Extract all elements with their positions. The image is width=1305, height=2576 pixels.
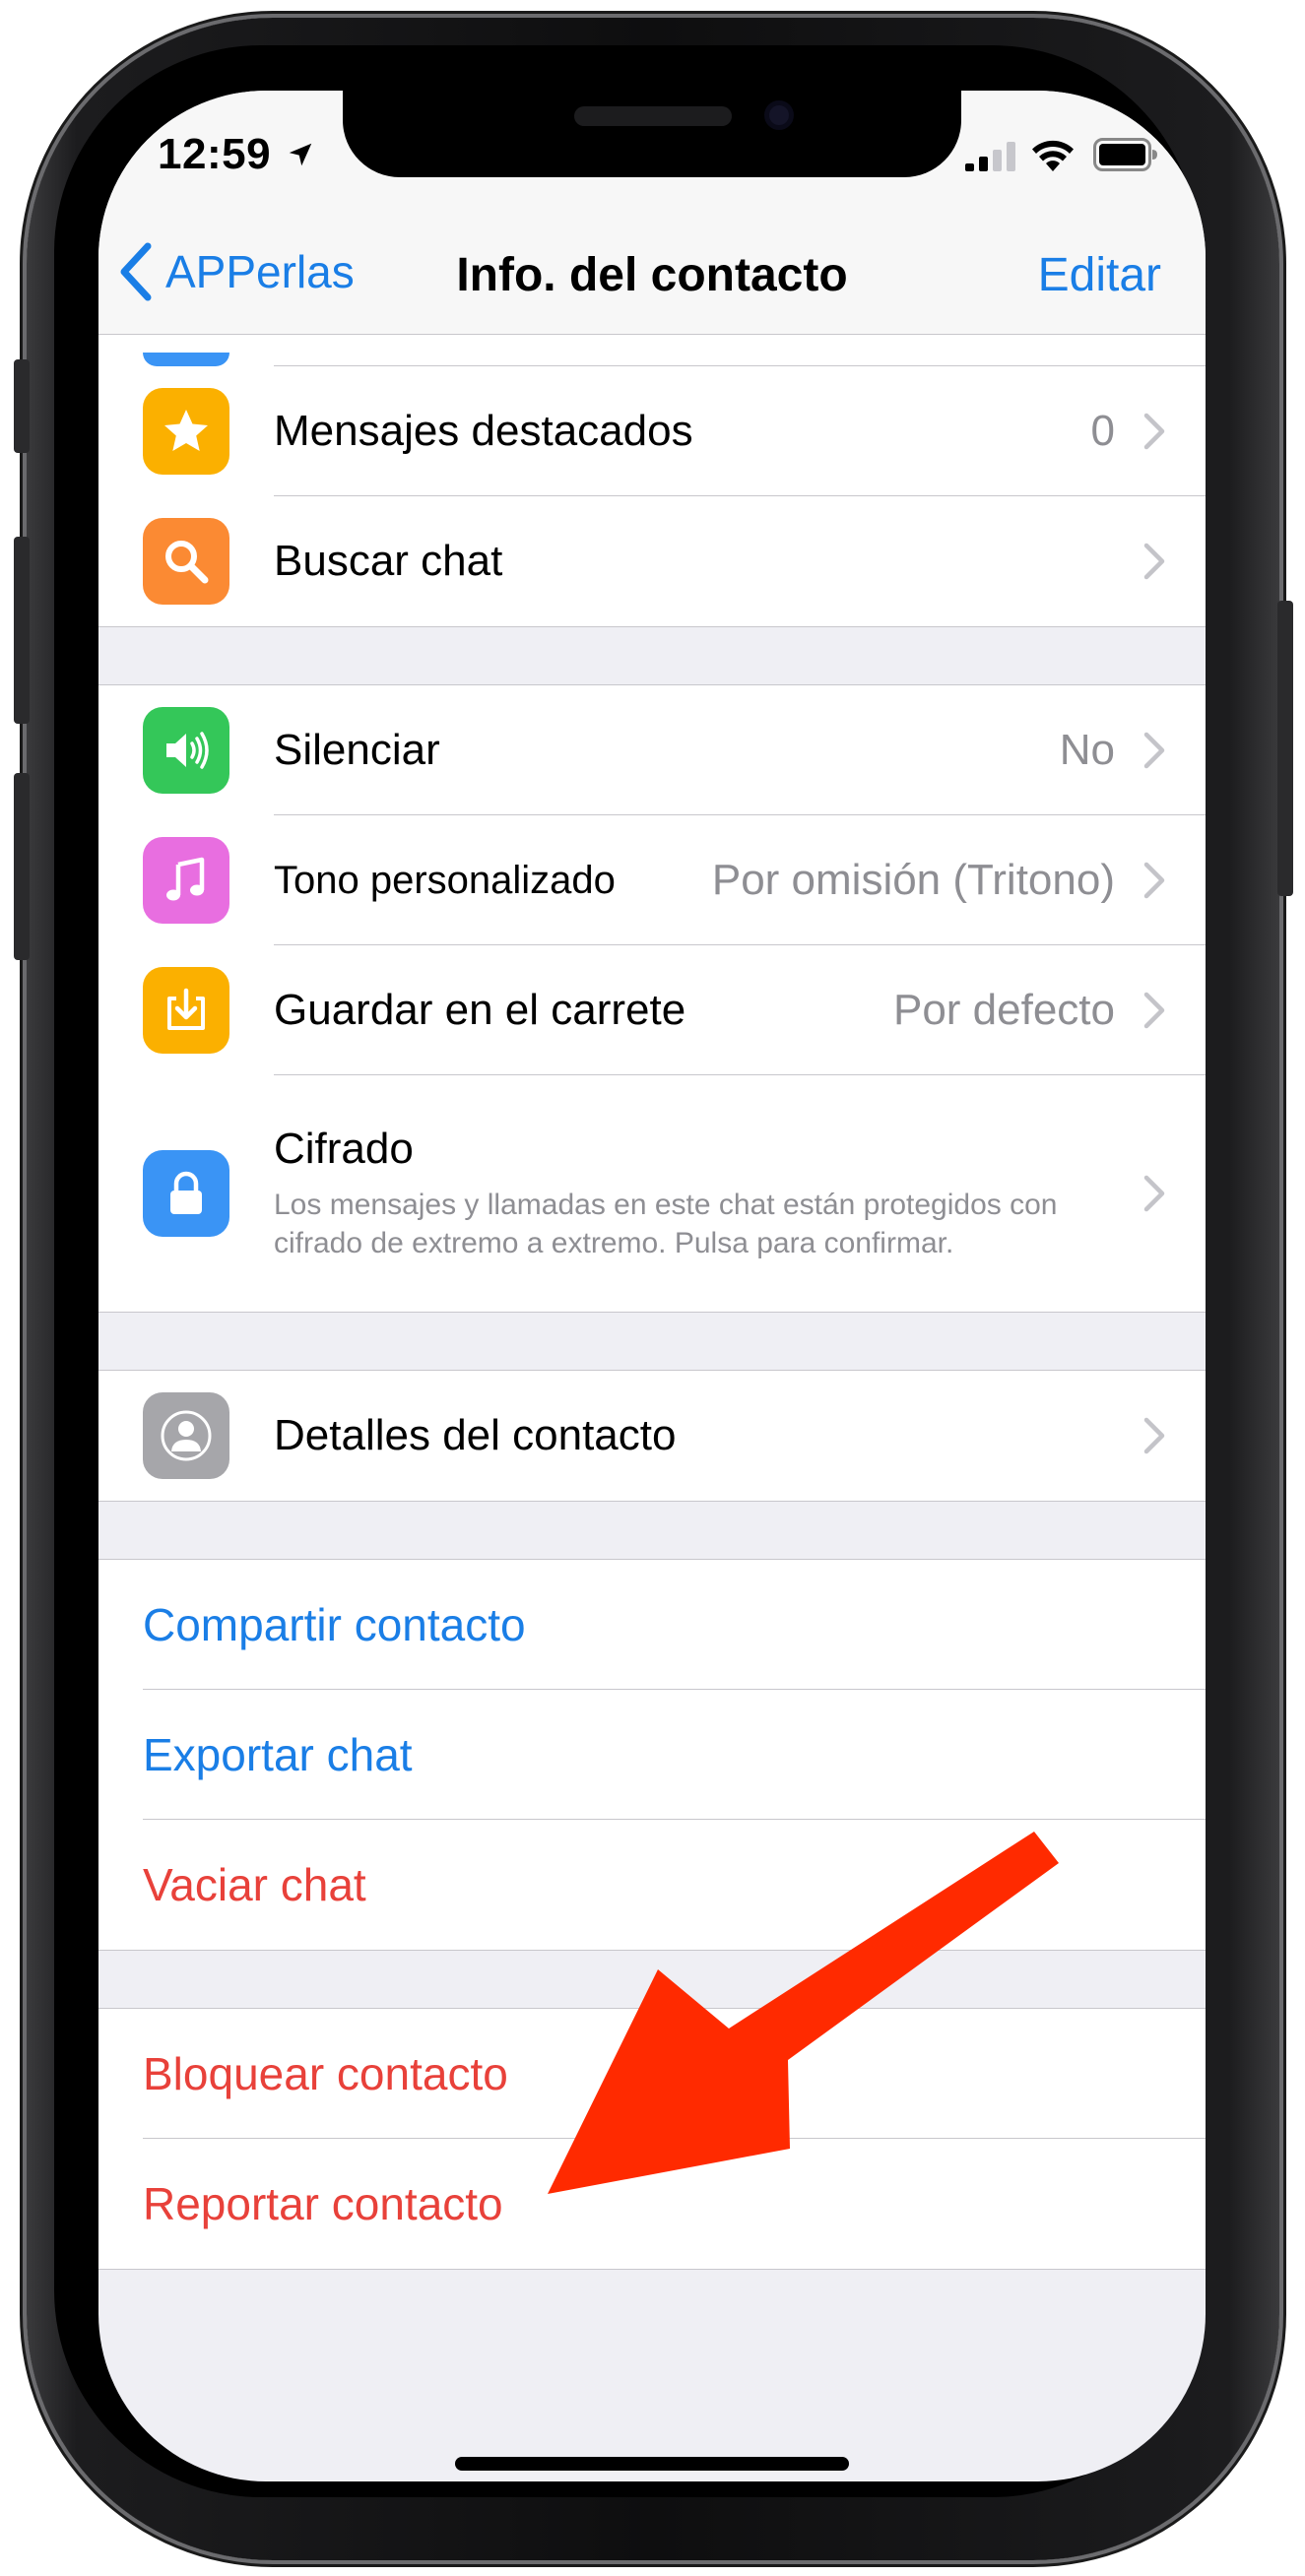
clear-chat-button[interactable]: Vaciar chat [143,1858,366,1911]
contact-details-row[interactable]: Detalles del contacto [98,1371,1206,1501]
share-contact-row[interactable]: Compartir contacto [98,1560,1206,1690]
notch [343,91,961,177]
battery-icon [1093,138,1157,171]
starred-messages-label: Mensajes destacados [274,407,693,455]
save-to-camera-roll-value: Por defecto [892,986,1115,1034]
custom-tone-value: Por omisión (Tritono) [711,856,1115,904]
partial-row[interactable] [98,335,1206,366]
home-indicator[interactable] [455,2457,849,2471]
settings-group-notifications: Silenciar No Tono personalizado Por omis… [98,684,1206,1313]
volume-down-button [14,773,30,960]
settings-group-contact: Detalles del contacto [98,1370,1206,1502]
starred-messages-count: 0 [1090,407,1115,455]
share-contact-button[interactable]: Compartir contacto [143,1598,526,1651]
contact-details-label: Detalles del contacto [274,1411,677,1459]
chevron-right-icon [1143,543,1165,580]
status-time: 12:59 [158,130,272,178]
encryption-description: Los mensajes y llamadas en este chat est… [274,1189,1058,1259]
contact-icon [143,1392,229,1479]
mute-switch [14,359,30,453]
search-icon [143,518,229,605]
front-camera [764,100,794,130]
starred-messages-row[interactable]: Mensajes destacados 0 [98,366,1206,496]
report-contact-button[interactable]: Reportar contacto [143,2177,503,2230]
download-icon [143,967,229,1054]
mute-value: No [1059,726,1115,774]
chevron-right-icon [1143,1175,1165,1212]
custom-tone-row[interactable]: Tono personalizado Por omisión (Tritono) [98,815,1206,945]
encryption-row[interactable]: Cifrado Los mensajes y llamadas en este … [98,1075,1206,1312]
encryption-title: Cifrado [274,1125,414,1173]
search-chat-row[interactable]: Buscar chat [98,496,1206,626]
power-button [1277,601,1293,896]
settings-group-media: Mensajes destacados 0 Buscar chat [98,335,1206,627]
chevron-right-icon [1143,413,1165,450]
chevron-right-icon [1143,1417,1165,1454]
lock-icon [143,1150,229,1237]
wifi-icon [1032,140,1074,171]
chevron-right-icon [1143,862,1165,899]
chevron-right-icon [1143,732,1165,769]
speaker-icon [143,707,229,794]
location-arrow-icon [289,143,312,166]
save-to-camera-roll-label: Guardar en el carrete [274,986,686,1034]
music-note-icon [143,837,229,924]
encryption-text: Cifrado Los mensajes y llamadas en este … [274,1125,1115,1262]
block-contact-button[interactable]: Bloquear contacto [143,2047,508,2100]
custom-tone-label: Tono personalizado [274,858,616,902]
save-to-camera-roll-row[interactable]: Guardar en el carrete Por defecto [98,945,1206,1075]
mute-row[interactable]: Silenciar No [98,685,1206,815]
star-icon [143,388,229,475]
search-chat-label: Buscar chat [274,537,503,585]
navigation-bar: APPerlas Info. del contacto Editar [98,199,1206,335]
edit-button[interactable]: Editar [1038,248,1161,302]
partial-row-icon [143,353,229,366]
volume-up-button [14,537,30,724]
red-arrow-annotation [548,1832,1059,2194]
chevron-right-icon [1143,992,1165,1029]
export-chat-row[interactable]: Exportar chat [98,1690,1206,1820]
earpiece-speaker [574,106,732,126]
export-chat-button[interactable]: Exportar chat [143,1728,413,1781]
cellular-signal-icon [965,142,1015,171]
mute-label: Silenciar [274,726,440,774]
